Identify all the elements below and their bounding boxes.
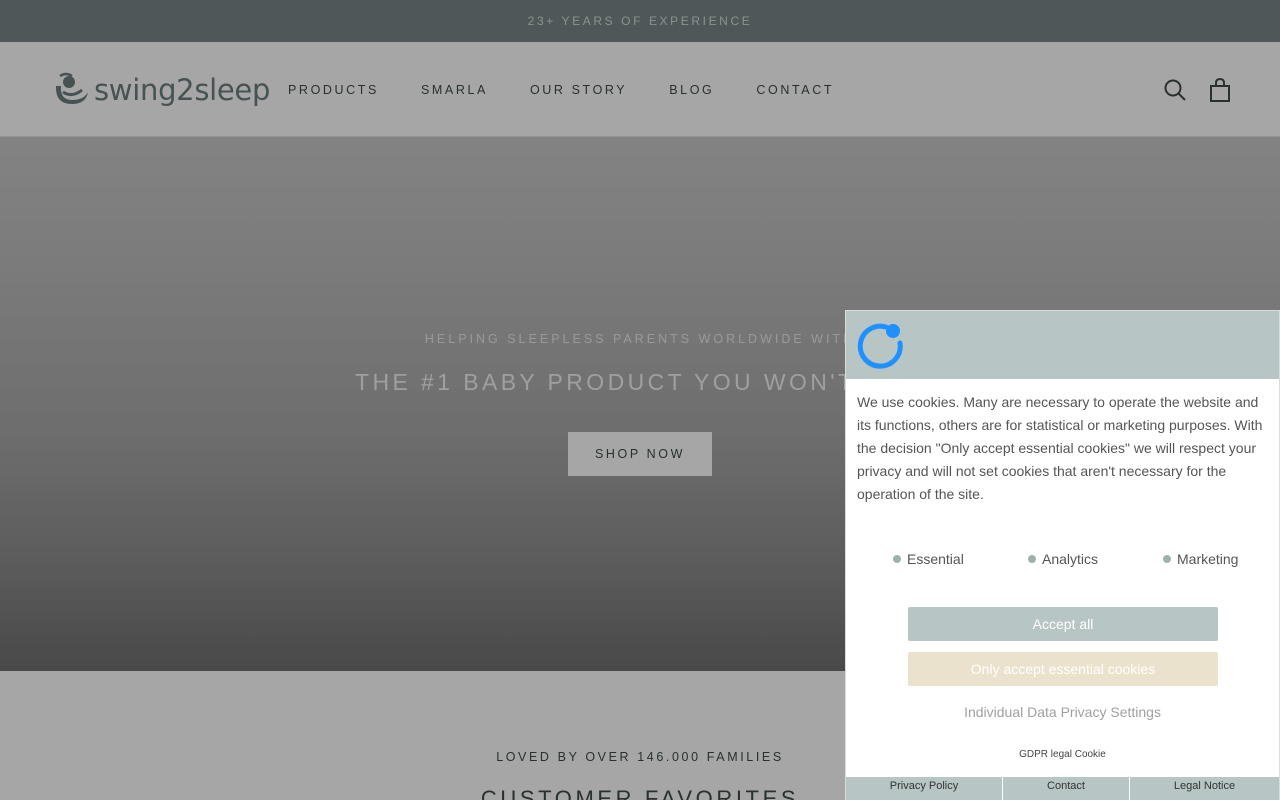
cookie-description: We use cookies. Many are necessary to op… [857,394,1263,502]
gdpr-label: GDPR legal Cookie [1019,749,1106,760]
option-marketing[interactable]: Marketing [1163,551,1238,567]
option-essential[interactable]: Essential [893,551,964,567]
privacy-policy-link[interactable]: Privacy Policy [846,777,1003,800]
option-label: Analytics [1042,551,1099,567]
accept-essential-button[interactable]: Only accept essential cookies [908,652,1218,686]
contact-link[interactable]: Contact [1003,777,1130,800]
option-label: Marketing [1177,551,1239,567]
option-analytics[interactable]: Analytics [1028,551,1098,567]
radio-dot-icon [893,555,901,563]
legal-notice-link[interactable]: Legal Notice [1130,777,1279,800]
radio-dot-icon [1028,555,1036,563]
cookie-consent-dialog: We use cookies. Many are necessary to op… [845,310,1280,800]
radio-dot-icon [1163,555,1171,563]
cookie-options: Essential Analytics Marketing [846,551,1279,571]
individual-settings-link[interactable]: Individual Data Privacy Settings [846,704,1279,720]
option-label: Essential [907,551,964,567]
consent-logo-icon [857,323,903,369]
cookie-footer: Privacy Policy Contact Legal Notice [846,777,1279,800]
accept-all-button[interactable]: Accept all [908,607,1218,641]
cookie-header [846,311,1279,379]
